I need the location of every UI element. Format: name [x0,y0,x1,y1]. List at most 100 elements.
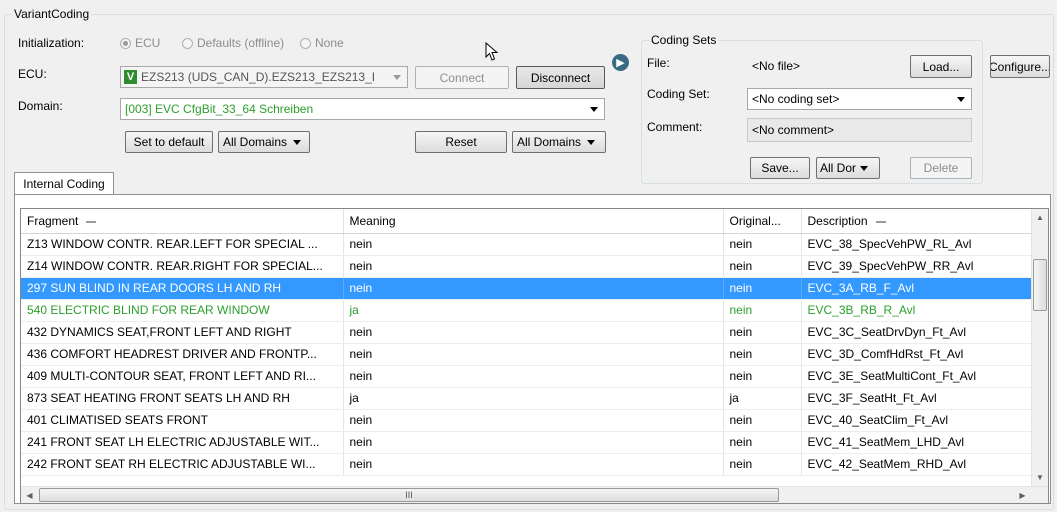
cell-original: nein [723,233,802,256]
save-button[interactable]: Save... [750,157,810,179]
col-header-fragment[interactable]: Fragment [21,209,344,234]
cell-fragment: 409 MULTI-CONTOUR SEAT, FRONT LEFT AND R… [21,365,344,388]
cell-description: EVC_3A_RB_F_Avl [801,277,1032,300]
all-domains-left-dropdown[interactable]: All Domains [218,131,310,153]
variant-coding-title: VariantCoding [12,7,92,21]
horizontal-scroll-thumb[interactable]: III [39,488,779,502]
cell-description: EVC_39_SpecVehPW_RR_Avl [801,255,1032,278]
vertical-scrollbar[interactable]: ▲ ▼ [1031,209,1048,486]
cell-meaning[interactable]: nein [343,233,724,256]
table-row[interactable]: 432 DYNAMICS SEAT,FRONT LEFT AND RIGHT ne… [21,321,1032,344]
radio-defaults-dot [182,37,193,49]
coding-set-select[interactable]: <No coding set> [747,88,972,110]
scroll-left-arrow-icon[interactable]: ◀ [21,487,38,503]
filter-dash-icon [875,220,886,223]
all-dor-dropdown[interactable]: All Dor [816,157,880,179]
cell-meaning[interactable]: nein [343,365,724,388]
radio-ecu[interactable]: ECU [120,36,160,50]
scroll-grip: III [405,490,413,500]
radio-none-dot [300,37,311,49]
cell-meaning[interactable]: nein [343,321,724,344]
cell-meaning[interactable]: ja [343,387,724,410]
cell-original: nein [723,321,802,344]
chevron-down-icon [957,96,965,102]
chevron-down-icon [590,106,598,112]
coding-grid: Fragment Meaning Original... Description… [20,208,1049,504]
table-row[interactable]: 436 COMFORT HEADREST DRIVER AND FRONTP..… [21,343,1032,366]
table-row[interactable]: Z14 WINDOW CONTR. REAR.RIGHT FOR SPECIAL… [21,255,1032,278]
col-header-original[interactable]: Original... [723,209,802,234]
horizontal-scrollbar[interactable]: ◀ III ▶ [21,486,1048,503]
set-to-default-button[interactable]: Set to default [125,131,213,153]
configure-button[interactable]: Configure... [990,55,1050,78]
cell-fragment: 242 FRONT SEAT RH ELECTRIC ADJUSTABLE WI… [21,453,344,476]
cell-description: EVC_38_SpecVehPW_RL_Avl [801,233,1032,256]
file-label: File: [647,56,670,70]
radio-none-label: None [315,36,344,50]
table-row[interactable]: 401 CLIMATISED SEATS FRONT nein nein EVC_40… [21,409,1032,432]
cell-meaning[interactable]: nein [343,409,724,432]
cell-fragment: 401 CLIMATISED SEATS FRONT [21,409,344,432]
table-row[interactable]: 241 FRONT SEAT LH ELECTRIC ADJUSTABLE WI… [21,431,1032,454]
cell-description: EVC_3E_SeatMultiCont_Ft_Avl [801,365,1032,388]
radio-defaults-label: Defaults (offline) [197,36,285,50]
table-row[interactable]: 409 MULTI-CONTOUR SEAT, FRONT LEFT AND R… [21,365,1032,388]
tab-internal-coding[interactable]: Internal Coding [14,172,114,195]
cell-meaning[interactable]: ja [343,299,724,322]
radio-defaults-offline[interactable]: Defaults (offline) [182,36,284,50]
expand-arrow-icon[interactable]: ▶ [612,54,629,71]
chevron-down-icon [393,74,401,80]
scroll-up-arrow-icon[interactable]: ▲ [1032,209,1048,226]
cell-original: nein [723,277,802,300]
cell-description: EVC_3B_RB_R_Avl [801,299,1032,322]
disconnect-button[interactable]: Disconnect [516,66,605,89]
table-row[interactable]: 873 SEAT HEATING FRONT SEATS LH AND RH ja… [21,387,1032,410]
table-row-changed[interactable]: 540 ELECTRIC BLIND FOR REAR WINDOW ja nein… [21,299,1032,322]
cell-original: nein [723,365,802,388]
initialization-label: Initialization: [18,36,85,50]
col-description-label: Description [807,213,868,228]
reset-button[interactable]: Reset [415,131,507,153]
col-header-description[interactable]: Description [801,209,1032,234]
all-domains-right-label: All Domains [517,135,582,149]
col-header-meaning[interactable]: Meaning [343,209,724,234]
col-original-label: Original... [729,213,781,228]
domain-label: Domain: [18,99,63,113]
all-domains-left-label: All Domains [223,135,288,149]
domain-select[interactable]: [003] EVC CfgBit_33_64 Schreiben [120,98,605,120]
cell-fragment: 432 DYNAMICS SEAT,FRONT LEFT AND RIGHT [21,321,344,344]
table-row[interactable]: Z13 WINDOW CONTR. REAR.LEFT FOR SPECIAL … [21,233,1032,256]
cell-fragment: Z14 WINDOW CONTR. REAR.RIGHT FOR SPECIAL… [21,255,344,278]
chevron-down-icon [587,139,596,145]
cell-meaning[interactable]: nein [343,277,724,300]
vertical-scroll-thumb[interactable] [1033,259,1047,311]
scroll-right-arrow-icon[interactable]: ▶ [1014,487,1031,503]
ecu-select[interactable]: V EZS213 (UDS_CAN_D).EZS213_EZS213_I [120,66,408,88]
cell-fragment: Z13 WINDOW CONTR. REAR.LEFT FOR SPECIAL … [21,233,344,256]
cell-description: EVC_3C_SeatDrvDyn_Ft_Avl [801,321,1032,344]
cell-original: nein [723,453,802,476]
comment-field[interactable]: <No comment> [747,118,972,142]
cell-fragment: 873 SEAT HEATING FRONT SEATS LH AND RH [21,387,344,410]
delete-button[interactable]: Delete [910,157,972,179]
cell-fragment: 241 FRONT SEAT LH ELECTRIC ADJUSTABLE WI… [21,431,344,454]
cell-meaning[interactable]: nein [343,343,724,366]
col-fragment-label: Fragment [27,213,79,228]
cell-original: nein [723,343,802,366]
cell-meaning[interactable]: nein [343,453,724,476]
scroll-down-arrow-icon[interactable]: ▼ [1032,469,1048,486]
cell-original: ja [723,387,802,410]
file-value: <No file> [747,55,902,77]
connect-button[interactable]: Connect [415,66,509,89]
cell-fragment: 540 ELECTRIC BLIND FOR REAR WINDOW [21,299,344,322]
table-row[interactable]: 242 FRONT SEAT RH ELECTRIC ADJUSTABLE WI… [21,453,1032,476]
radio-none[interactable]: None [300,36,344,50]
coding-set-label: Coding Set: [647,87,710,101]
load-button[interactable]: Load... [910,55,972,78]
cell-meaning[interactable]: nein [343,431,724,454]
all-domains-right-dropdown[interactable]: All Domains [512,131,606,153]
cell-meaning[interactable]: nein [343,255,724,278]
table-row-selected[interactable]: 297 SUN BLIND IN REAR DOORS LH AND RH nei… [21,277,1032,300]
all-dor-label: All Dor [820,161,857,175]
radio-ecu-dot [120,37,131,49]
